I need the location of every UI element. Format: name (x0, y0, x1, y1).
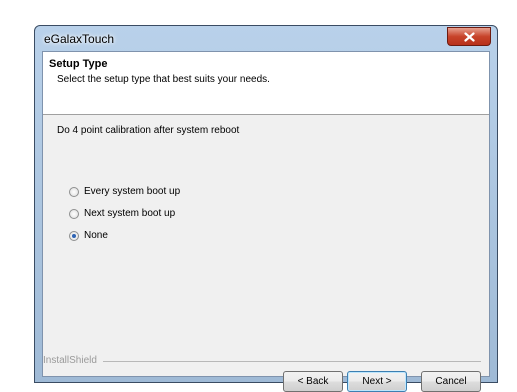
cancel-button[interactable]: Cancel (421, 371, 481, 392)
title-bar[interactable]: eGalaxTouch (35, 26, 497, 50)
option-every-boot[interactable]: Every system boot up (69, 186, 180, 197)
window-title: eGalaxTouch (44, 32, 115, 46)
brand-divider (103, 361, 481, 362)
option-label: Every system boot up (84, 186, 181, 197)
option-label: Next system boot up (84, 208, 176, 219)
option-none[interactable]: None (69, 230, 108, 241)
radio-none[interactable] (69, 230, 79, 241)
next-button[interactable]: Next > (347, 371, 407, 392)
installer-window: eGalaxTouch Setup Type Select the setup … (34, 25, 498, 392)
header-panel: Setup Type Select the setup type that be… (43, 52, 489, 115)
radio-every-boot[interactable] (69, 186, 79, 197)
option-next-boot[interactable]: Next system boot up (69, 208, 175, 219)
instruction-text: Do 4 point calibration after system rebo… (57, 125, 240, 136)
dialog-body: Setup Type Select the setup type that be… (42, 51, 490, 392)
radio-next-boot[interactable] (69, 208, 79, 219)
close-button[interactable] (447, 27, 491, 46)
page-subtitle: Select the setup type that best suits yo… (57, 74, 270, 85)
close-icon (463, 31, 475, 42)
page-title: Setup Type (49, 58, 108, 70)
installshield-brand: InstallShield (43, 355, 101, 366)
back-button[interactable]: < Back (283, 371, 343, 392)
option-label: None (84, 230, 108, 241)
